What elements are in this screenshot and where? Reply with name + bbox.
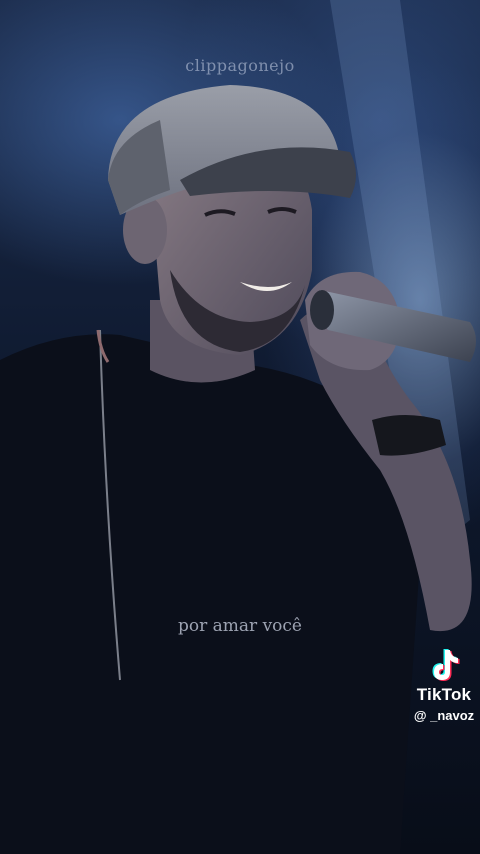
tiktok-note-icon xyxy=(432,649,460,681)
video-frame[interactable]: clippagonejo por amar você TikTok @ _nav… xyxy=(0,0,480,854)
tiktok-brand-label: TikTok xyxy=(416,685,472,704)
tiktok-user-handle: @ _navoz xyxy=(413,708,475,723)
lyric-caption: por amar você xyxy=(178,616,302,636)
tiktok-watermark: TikTok @ _navoz xyxy=(410,646,478,723)
watermark-text: clippagonejo xyxy=(185,56,295,75)
singer-photo xyxy=(0,0,476,854)
microphone-grille xyxy=(310,290,334,330)
